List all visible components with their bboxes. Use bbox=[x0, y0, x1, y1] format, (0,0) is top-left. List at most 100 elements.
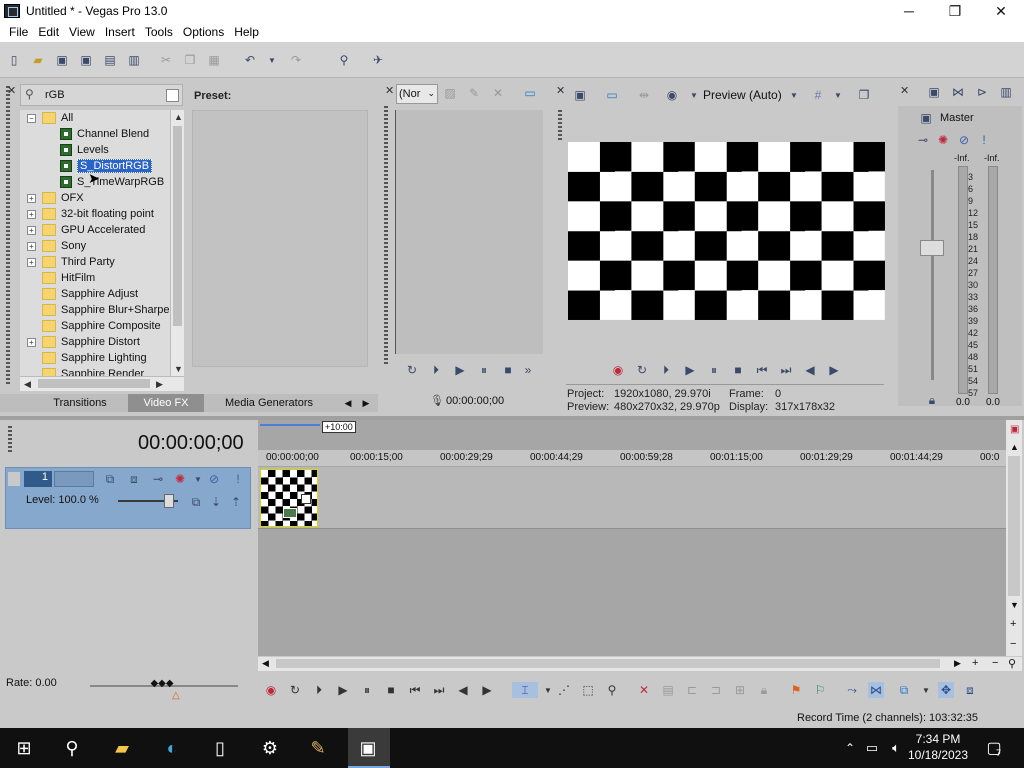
tree-item[interactable]: + GPU Accelerated bbox=[20, 222, 145, 238]
go-to-end-icon[interactable]: ⏭ bbox=[431, 682, 447, 698]
event-pan-crop-icon[interactable] bbox=[301, 494, 311, 504]
scroll-right-icon[interactable]: ▶ bbox=[156, 379, 163, 390]
move-down-icon[interactable]: ⇣ bbox=[208, 494, 224, 510]
track-name-field[interactable] bbox=[54, 471, 94, 487]
menu-edit[interactable]: Edit bbox=[33, 25, 64, 39]
rate-slider-knob[interactable]: ◆◆◆ bbox=[150, 678, 174, 692]
mute-icon[interactable]: ⊘ bbox=[956, 132, 972, 148]
scroll-up-icon[interactable]: ▲ bbox=[174, 112, 183, 122]
redo-icon[interactable]: ↷ bbox=[288, 52, 304, 68]
solo-icon[interactable]: ! bbox=[230, 471, 246, 487]
trimmer-close-icon[interactable]: ✕ bbox=[385, 84, 394, 97]
menu-insert[interactable]: Insert bbox=[100, 25, 140, 39]
stop-icon[interactable]: ■ bbox=[500, 362, 516, 378]
tree-item[interactable]: + Sony bbox=[20, 238, 86, 254]
scroll-right-icon[interactable]: ▶ bbox=[954, 658, 961, 669]
timeline-grip[interactable] bbox=[8, 426, 12, 452]
preset-list[interactable] bbox=[192, 110, 368, 367]
scroll-thumb[interactable] bbox=[38, 379, 150, 388]
play-icon[interactable]: ▶ bbox=[452, 362, 468, 378]
tree-item[interactable]: Sapphire Lighting bbox=[42, 350, 147, 366]
pause-icon[interactable]: ⏸ bbox=[706, 362, 722, 378]
tree-item[interactable]: + Sapphire Distort bbox=[20, 334, 140, 350]
master-close-icon[interactable]: ✕ bbox=[900, 84, 909, 97]
tab-scroll-left-icon[interactable]: ◀ bbox=[340, 394, 356, 412]
crossfade-icon[interactable]: ⧉ bbox=[896, 682, 912, 698]
clear-icon[interactable]: ✕ bbox=[490, 85, 506, 101]
delete-icon[interactable]: ✕ bbox=[636, 682, 652, 698]
stop-icon[interactable]: ■ bbox=[383, 682, 399, 698]
ignore-grouping-icon[interactable]: ⧈ bbox=[962, 682, 978, 698]
tree-item[interactable]: Sapphire Adjust bbox=[42, 286, 138, 302]
level-slider-knob[interactable] bbox=[164, 494, 174, 508]
mute-icon[interactable]: ⊘ bbox=[206, 471, 222, 487]
trim-start-icon[interactable]: ⊏ bbox=[684, 682, 700, 698]
play-icon[interactable]: ▶ bbox=[335, 682, 351, 698]
properties-icon[interactable]: ▥ bbox=[126, 52, 142, 68]
tab-media-generators[interactable]: Media Generators bbox=[214, 394, 324, 412]
bypass-icon[interactable]: ⧉ bbox=[188, 494, 204, 510]
mixer-properties-icon[interactable]: ▣ bbox=[926, 84, 942, 100]
add-to-timeline-icon[interactable]: ▨ bbox=[442, 85, 458, 101]
chevron-down-icon[interactable]: ▼ bbox=[686, 87, 702, 103]
notepad-icon[interactable]: ▯ bbox=[206, 734, 234, 762]
scroll-up-icon[interactable]: ▲ bbox=[1010, 442, 1019, 452]
video-clip[interactable] bbox=[260, 469, 318, 527]
previous-frame-icon[interactable]: ◀ bbox=[455, 682, 471, 698]
project-properties-icon[interactable]: ▣ bbox=[572, 87, 588, 103]
tree-item[interactable]: + OFX bbox=[20, 190, 84, 206]
notifications-icon[interactable]: ▢ bbox=[980, 734, 1008, 762]
marker-flag-icon[interactable]: ▣ bbox=[1010, 424, 1019, 435]
tree-item[interactable]: − All bbox=[20, 110, 73, 126]
loop-icon[interactable]: ↻ bbox=[634, 362, 650, 378]
scroll-down-icon[interactable]: ▼ bbox=[174, 364, 183, 374]
panel-grip[interactable] bbox=[6, 86, 10, 386]
close-button[interactable]: ✕ bbox=[978, 0, 1024, 22]
menu-file[interactable]: File bbox=[4, 25, 33, 39]
tree-item[interactable]: Channel Blend bbox=[60, 126, 149, 142]
fx-search-box[interactable]: ⚲ rGB bbox=[20, 84, 183, 106]
monitor-icon[interactable]: ▭ bbox=[522, 85, 538, 101]
scroll-thumb[interactable] bbox=[1008, 456, 1020, 596]
edge-browser-icon[interactable]: ◐ bbox=[158, 734, 186, 762]
bus-routing-icon[interactable]: ⊸ bbox=[915, 132, 931, 148]
menu-tools[interactable]: Tools bbox=[140, 25, 178, 39]
chevron-down-icon[interactable]: ▼ bbox=[190, 471, 206, 487]
solo-icon[interactable]: ! bbox=[976, 132, 992, 148]
trim-end-icon[interactable]: ⊐ bbox=[708, 682, 724, 698]
stop-icon[interactable]: ■ bbox=[730, 362, 746, 378]
collapse-icon[interactable]: − bbox=[27, 114, 36, 123]
save-icon[interactable]: ▣ bbox=[54, 52, 70, 68]
play-from-start-icon[interactable]: ⏵ bbox=[428, 362, 444, 378]
event-fx-icon[interactable] bbox=[283, 508, 297, 518]
selection-tool-icon[interactable]: ⬚ bbox=[580, 682, 596, 698]
tree-vertical-scrollbar[interactable]: ▲ ▼ bbox=[170, 110, 184, 376]
lock-icon[interactable]: 🔒︎ bbox=[756, 682, 772, 698]
snapping-icon[interactable]: ⋈ bbox=[868, 682, 884, 698]
tab-video-fx[interactable]: Video FX bbox=[128, 394, 204, 412]
loop-icon[interactable]: ↻ bbox=[287, 682, 303, 698]
zoom-tool-icon[interactable]: ⚲ bbox=[1008, 657, 1016, 670]
compositing-mode-icon[interactable]: ⧈ bbox=[126, 471, 142, 487]
trim-icon[interactable]: ▤ bbox=[660, 682, 676, 698]
file-explorer-icon[interactable]: ▰ bbox=[108, 734, 136, 762]
video-track-lane[interactable] bbox=[258, 467, 1006, 529]
play-icon[interactable]: ▶ bbox=[682, 362, 698, 378]
fx-icon[interactable]: ✺ bbox=[935, 132, 951, 148]
preview-grip[interactable] bbox=[558, 110, 562, 140]
expand-icon[interactable]: + bbox=[27, 258, 36, 267]
loop-region-bar[interactable] bbox=[260, 424, 320, 426]
dim-output-icon[interactable]: ⊳ bbox=[974, 84, 990, 100]
paste-icon[interactable]: ▦ bbox=[206, 52, 222, 68]
compositing-parent-icon[interactable]: ⊸ bbox=[150, 471, 166, 487]
time-ruler[interactable]: 00:00:00;00 00:00:15;00 00:00:29;29 00:0… bbox=[258, 450, 1006, 466]
next-frame-icon[interactable]: ▶ bbox=[826, 362, 842, 378]
system-clock[interactable]: 7:34 PM 10/18/2023 bbox=[902, 731, 974, 763]
tree-item[interactable]: HitFilm bbox=[42, 270, 95, 286]
zoom-out-icon[interactable]: − bbox=[992, 657, 998, 669]
preview-fx-icon[interactable]: ◉ bbox=[664, 87, 680, 103]
go-to-start-icon[interactable]: ⏮ bbox=[754, 362, 770, 378]
vegas-taskbar-icon[interactable]: ▣ bbox=[354, 734, 382, 762]
copy-icon[interactable]: ❐ bbox=[182, 52, 198, 68]
insert-region-icon[interactable]: ⚐ bbox=[812, 682, 828, 698]
